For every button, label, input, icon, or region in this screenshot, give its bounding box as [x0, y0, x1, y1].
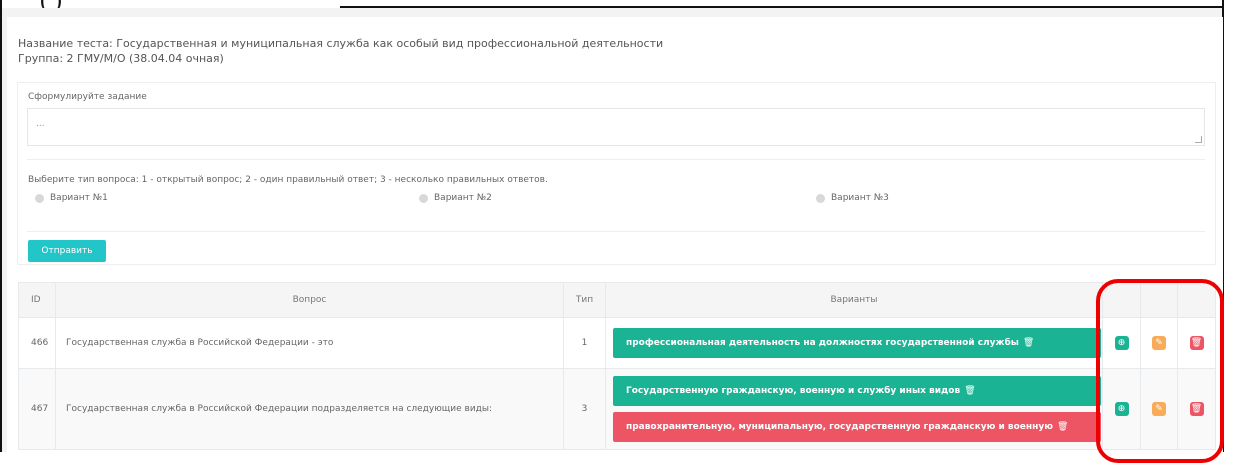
table-row: 467 Государственная служба в Российской …: [18, 368, 1216, 450]
cell-action-delete: 🗑: [1177, 368, 1216, 450]
variant-correct: Государственную гражданскую, военную и с…: [613, 376, 1101, 406]
scrollbar[interactable]: [1224, 8, 1236, 452]
variant-text: профессиональная деятельность на должнос…: [626, 338, 1019, 348]
radio-circle-icon[interactable]: [419, 193, 428, 203]
cell-type: 1: [563, 317, 606, 369]
header-action-delete: [1177, 282, 1216, 318]
cell-question: Государственная служба в Российской Феде…: [55, 317, 564, 369]
pencil-icon: ✎: [1155, 337, 1163, 348]
header-action-edit: [1140, 282, 1178, 318]
variant-correct: профессиональная деятельность на должнос…: [613, 328, 1101, 358]
header-action-add: [1102, 282, 1141, 318]
radio-variant-1-label: Вариант №1: [50, 193, 108, 203]
plus-circle-icon: ⊕: [1117, 403, 1126, 414]
task-textarea[interactable]: ...: [27, 108, 1205, 146]
table-header-row: ID Вопрос Тип Варианты: [18, 282, 1216, 318]
cell-action-add: ⊕: [1102, 368, 1141, 450]
cell-action-add: ⊕: [1102, 317, 1141, 369]
cell-question: Государственная служба в Российской Феде…: [55, 368, 564, 450]
radio-variant-2-label: Вариант №2: [434, 193, 492, 203]
variant-text: Государственную гражданскую, военную и с…: [626, 386, 961, 396]
add-variant-button[interactable]: ⊕: [1114, 402, 1129, 416]
radio-variant-2[interactable]: Вариант №2: [419, 192, 492, 204]
header-variants: Варианты: [605, 282, 1103, 318]
questions-table: ID Вопрос Тип Варианты 466 Государственн…: [18, 282, 1216, 450]
cell-action-delete: 🗑: [1177, 317, 1216, 369]
cell-action-edit: ✎: [1140, 368, 1178, 450]
pencil-icon: ✎: [1155, 403, 1163, 414]
header-question: Вопрос: [55, 282, 564, 318]
task-textarea-value: ...: [36, 119, 45, 129]
test-title: Название теста: Государственная и муници…: [18, 37, 664, 50]
radio-variant-3-label: Вариант №3: [831, 193, 889, 203]
variant-delete-icon[interactable]: 🗑: [1023, 338, 1034, 348]
cell-action-edit: ✎: [1140, 317, 1178, 369]
cell-variants: Государственную гражданскую, военную и с…: [605, 368, 1103, 450]
trash-icon: 🗑: [1190, 337, 1203, 348]
variant-delete-icon[interactable]: 🗑: [1057, 422, 1068, 432]
divider: [27, 159, 1205, 160]
header-type: Тип: [563, 282, 606, 318]
cell-type: 3: [563, 368, 606, 450]
cell-id: 467: [18, 368, 56, 450]
plus-circle-icon: ⊕: [1117, 337, 1126, 348]
resize-grip-icon[interactable]: [1195, 136, 1202, 143]
test-group: Группа: 2 ГМУ/М/О (38.04.04 очная): [18, 52, 224, 65]
submit-button[interactable]: Отправить: [28, 240, 106, 262]
variant-wrong: правохранительную, муниципальную, госуда…: [613, 412, 1101, 442]
divider: [27, 231, 1205, 232]
add-variant-button[interactable]: ⊕: [1114, 336, 1129, 350]
variant-delete-icon[interactable]: 🗑: [964, 386, 975, 396]
delete-question-button[interactable]: 🗑: [1189, 336, 1204, 350]
table-row: 466 Государственная служба в Российской …: [18, 317, 1216, 369]
task-label: Сформулируйте задание: [28, 92, 147, 102]
edit-question-button[interactable]: ✎: [1152, 402, 1166, 416]
radio-variant-3[interactable]: Вариант №3: [816, 192, 889, 204]
radio-circle-icon[interactable]: [35, 193, 44, 203]
variant-text: правохранительную, муниципальную, госуда…: [626, 422, 1053, 432]
delete-question-button[interactable]: 🗑: [1189, 402, 1204, 416]
edit-question-button[interactable]: ✎: [1152, 336, 1166, 350]
cell-variants: профессиональная деятельность на должнос…: [605, 317, 1103, 369]
header-id: ID: [18, 282, 56, 318]
cell-id: 466: [18, 317, 56, 369]
question-type-label: Выберите тип вопроса: 1 - открытый вопро…: [28, 175, 548, 185]
trash-icon: 🗑: [1190, 403, 1203, 414]
radio-circle-icon[interactable]: [816, 193, 825, 203]
radio-variant-1[interactable]: Вариант №1: [35, 192, 108, 204]
